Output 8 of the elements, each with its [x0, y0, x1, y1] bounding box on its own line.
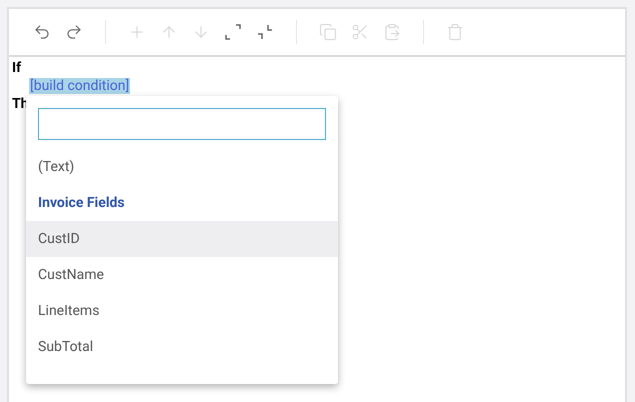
- group-header: Invoice Fields: [38, 194, 125, 212]
- if-label: If: [12, 59, 22, 77]
- option-item[interactable]: (Text): [26, 149, 338, 185]
- option-item[interactable]: CustID: [26, 221, 338, 257]
- option-item[interactable]: SubTotal: [26, 329, 338, 365]
- search-field[interactable]: [38, 108, 326, 140]
- option-item[interactable]: LineItems: [26, 293, 338, 329]
- option-item[interactable]: CustName: [26, 257, 338, 293]
